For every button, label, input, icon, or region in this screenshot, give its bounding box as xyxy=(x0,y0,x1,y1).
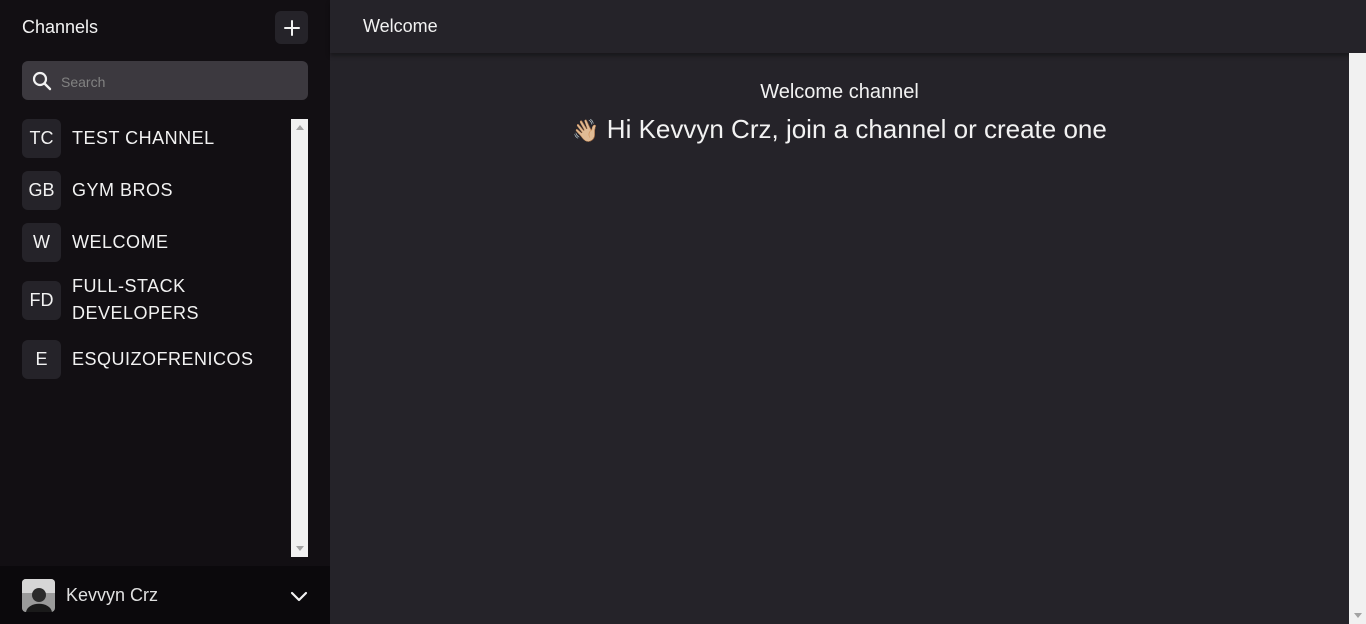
add-channel-button[interactable] xyxy=(275,11,308,44)
channel-title: Welcome channel xyxy=(760,81,919,103)
main-content: Welcome channel 👋🏼 Hi Kevvyn Crz, join a… xyxy=(330,53,1349,624)
app-window: Channels TC TEST CHANNEL GB GYM xyxy=(0,0,1366,624)
channel-name: WELCOME xyxy=(72,232,169,252)
channel-avatar: W xyxy=(22,223,61,262)
sidebar-title: Channels xyxy=(22,17,99,37)
channel-item-full-stack-developers[interactable]: FD FULL-STACK DEVELOPERS xyxy=(22,273,290,327)
channel-list-scrollbar[interactable] xyxy=(291,119,308,557)
channel-avatar: E xyxy=(22,340,61,379)
top-bar: Welcome xyxy=(330,0,1366,53)
search-icon xyxy=(32,71,52,91)
scroll-up-arrow-icon[interactable] xyxy=(291,119,308,136)
welcome-message: 👋🏼 Hi Kevvyn Crz, join a channel or crea… xyxy=(330,114,1349,145)
scroll-down-arrow-icon[interactable] xyxy=(1349,607,1366,624)
search-input[interactable] xyxy=(59,61,303,102)
channel-item-esquizofrenicos[interactable]: E ESQUIZOFRENICOS xyxy=(22,340,290,379)
main-scrollbar[interactable] xyxy=(1349,53,1366,624)
channel-item-welcome[interactable]: W WELCOME xyxy=(22,223,290,262)
sidebar-header: Channels xyxy=(22,11,308,44)
page-title: Welcome xyxy=(363,16,438,36)
channel-avatar: FD xyxy=(22,280,61,320)
wave-icon: 👋🏼 xyxy=(572,118,600,143)
channel-name: ESQUIZOFRENICOS xyxy=(72,349,254,369)
greeting-text: Hi Kevvyn Crz, join a channel or create … xyxy=(606,114,1107,144)
sidebar: Channels TC TEST CHANNEL GB GYM xyxy=(0,0,330,624)
scroll-down-arrow-icon[interactable] xyxy=(291,540,308,557)
channel-list: TC TEST CHANNEL GB GYM BROS W WELCOME FD… xyxy=(22,119,290,557)
avatar xyxy=(22,579,55,612)
chevron-down-icon[interactable] xyxy=(288,585,310,607)
user-bar: Kevvyn Crz xyxy=(0,566,330,624)
channel-name: FULL-STACK DEVELOPERS xyxy=(72,276,200,323)
channel-avatar: TC xyxy=(22,119,61,158)
plus-icon xyxy=(283,19,300,36)
channel-avatar: GB xyxy=(22,171,61,210)
user-name: Kevvyn Crz xyxy=(66,585,159,605)
channel-item-gym-bros[interactable]: GB GYM BROS xyxy=(22,171,290,210)
channel-name: GYM BROS xyxy=(72,180,174,200)
channel-item-test-channel[interactable]: TC TEST CHANNEL xyxy=(22,119,290,158)
search-box xyxy=(22,61,308,102)
channel-name: TEST CHANNEL xyxy=(72,128,215,148)
